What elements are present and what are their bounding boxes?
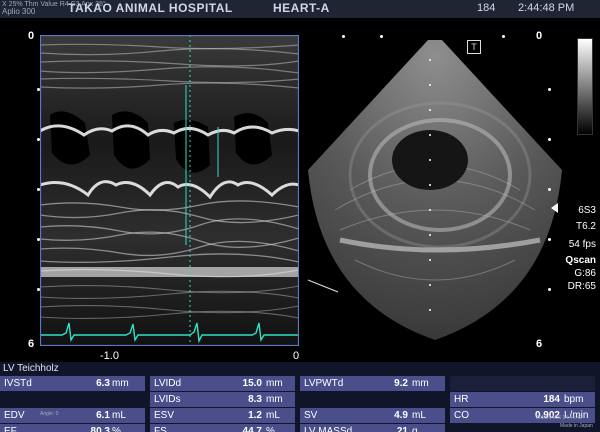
- probe-label: 6S3: [578, 205, 596, 216]
- report-unit: bpm: [564, 394, 584, 405]
- qscan-label: Qscan: [565, 255, 596, 266]
- grayscale-bar: [577, 38, 593, 135]
- report-value: 9.2: [394, 378, 408, 389]
- report-label: IVSTd: [4, 378, 32, 389]
- made-in-footer: Made in Japan: [560, 423, 593, 429]
- timestamp-footer: 2013/04/06 14:44:49: [536, 415, 582, 421]
- lv-teichholz-report: LV Teichholz IVSTd 6.3 mm LVIDd 15.0 mm LVPWTd…: [0, 362, 600, 432]
- mmode-time-label-left: -1.0: [100, 350, 119, 362]
- mmode-depth-top: 0: [28, 30, 35, 42]
- report-value: 184: [543, 394, 560, 405]
- mmode-time-label-right: 0: [293, 350, 300, 362]
- report-label: ESV: [154, 410, 175, 421]
- report-label: LVPWTd: [304, 378, 344, 389]
- report-value: 6.1: [96, 410, 110, 421]
- report-value: 80.3: [90, 426, 110, 432]
- report-unit: g: [412, 426, 418, 432]
- report-unit: %: [266, 426, 275, 432]
- gain-value: G:86: [574, 268, 596, 279]
- report-cell-ef[interactable]: EF 80.3%: [0, 424, 145, 432]
- report-cell-ivstd[interactable]: IVSTd 6.3 mm: [0, 376, 145, 391]
- report-value: 1.2: [248, 410, 262, 421]
- report-empty-cell: [450, 376, 595, 391]
- frame-rate: 54 fps: [568, 239, 596, 250]
- report-value: 21: [396, 426, 408, 432]
- report-cell-lvids[interactable]: LVIDs 8.3 mm: [150, 392, 295, 407]
- report-value: 6.3: [96, 378, 110, 389]
- sector-depth-dots: [548, 38, 552, 338]
- report-cell-sv[interactable]: SV 4.9 mL: [300, 408, 445, 423]
- report-unit: mm: [112, 378, 129, 389]
- report-label: LVIDs: [154, 394, 181, 405]
- report-value: 8.3: [248, 394, 262, 405]
- sector-depth-top: 0: [536, 30, 543, 42]
- report-unit: mm: [266, 394, 283, 405]
- report-label: HR: [454, 394, 469, 405]
- report-cell-lv-massd[interactable]: LV MASSd 21 g: [300, 424, 445, 432]
- report-label: LV MASSd: [304, 426, 353, 432]
- clock: 2:44:48 PM: [518, 2, 575, 14]
- report-unit: %: [112, 426, 121, 432]
- dynamic-range-value: DR:65: [567, 281, 596, 292]
- frame-number: 184: [477, 2, 496, 14]
- report-unit: mL: [412, 410, 426, 421]
- report-title: LV Teichholz: [3, 363, 59, 374]
- report-value: 15.0: [242, 378, 262, 389]
- probe-orientation-marker: T: [467, 40, 481, 54]
- header-bar: X 25% Thm Value R4 C3 Apx 38° Aplio 300 …: [0, 0, 600, 18]
- preset-name: HEART-A: [273, 1, 330, 15]
- report-cell-fs[interactable]: FS 44.7%: [150, 424, 295, 432]
- b-mode-sector-image[interactable]: [300, 30, 570, 350]
- report-label: SV: [304, 410, 318, 421]
- report-unit: mL: [266, 410, 280, 421]
- tissue-label: T6.2: [575, 221, 596, 232]
- hospital-name: TAKAO ANIMAL HOSPITAL: [68, 1, 233, 15]
- report-cell-hr[interactable]: HR 184 bpm: [450, 392, 595, 407]
- report-label: LVIDd: [154, 378, 182, 389]
- report-unit: mm: [266, 378, 283, 389]
- report-cell-lvidd[interactable]: LVIDd 15.0 mm: [150, 376, 295, 391]
- sector-depth-bottom: 6: [536, 338, 543, 350]
- report-unit: mm: [412, 378, 429, 389]
- mmode-depth-bottom: 6: [28, 338, 35, 350]
- angle-info: Angle: 0: [40, 411, 59, 417]
- report-cell-lvpwtd[interactable]: LVPWTd 9.2 mm: [300, 376, 445, 391]
- report-label: CO: [454, 410, 469, 421]
- report-label: EF: [4, 426, 17, 432]
- report-label: FS: [154, 426, 167, 432]
- focus-marker-icon[interactable]: [551, 203, 558, 213]
- report-label: EDV: [4, 410, 25, 421]
- m-mode-image[interactable]: [40, 35, 299, 346]
- machine-name: Aplio 300: [2, 7, 36, 16]
- report-value: 44.7: [242, 426, 262, 432]
- report-cell-edv[interactable]: EDV 6.1 mL: [0, 408, 145, 423]
- report-value: 4.9: [394, 410, 408, 421]
- ultrasound-screen: X 25% Thm Value R4 C3 Apx 38° Aplio 300 …: [0, 0, 600, 432]
- report-unit: mL: [112, 410, 126, 421]
- report-cell-esv[interactable]: ESV 1.2 mL: [150, 408, 295, 423]
